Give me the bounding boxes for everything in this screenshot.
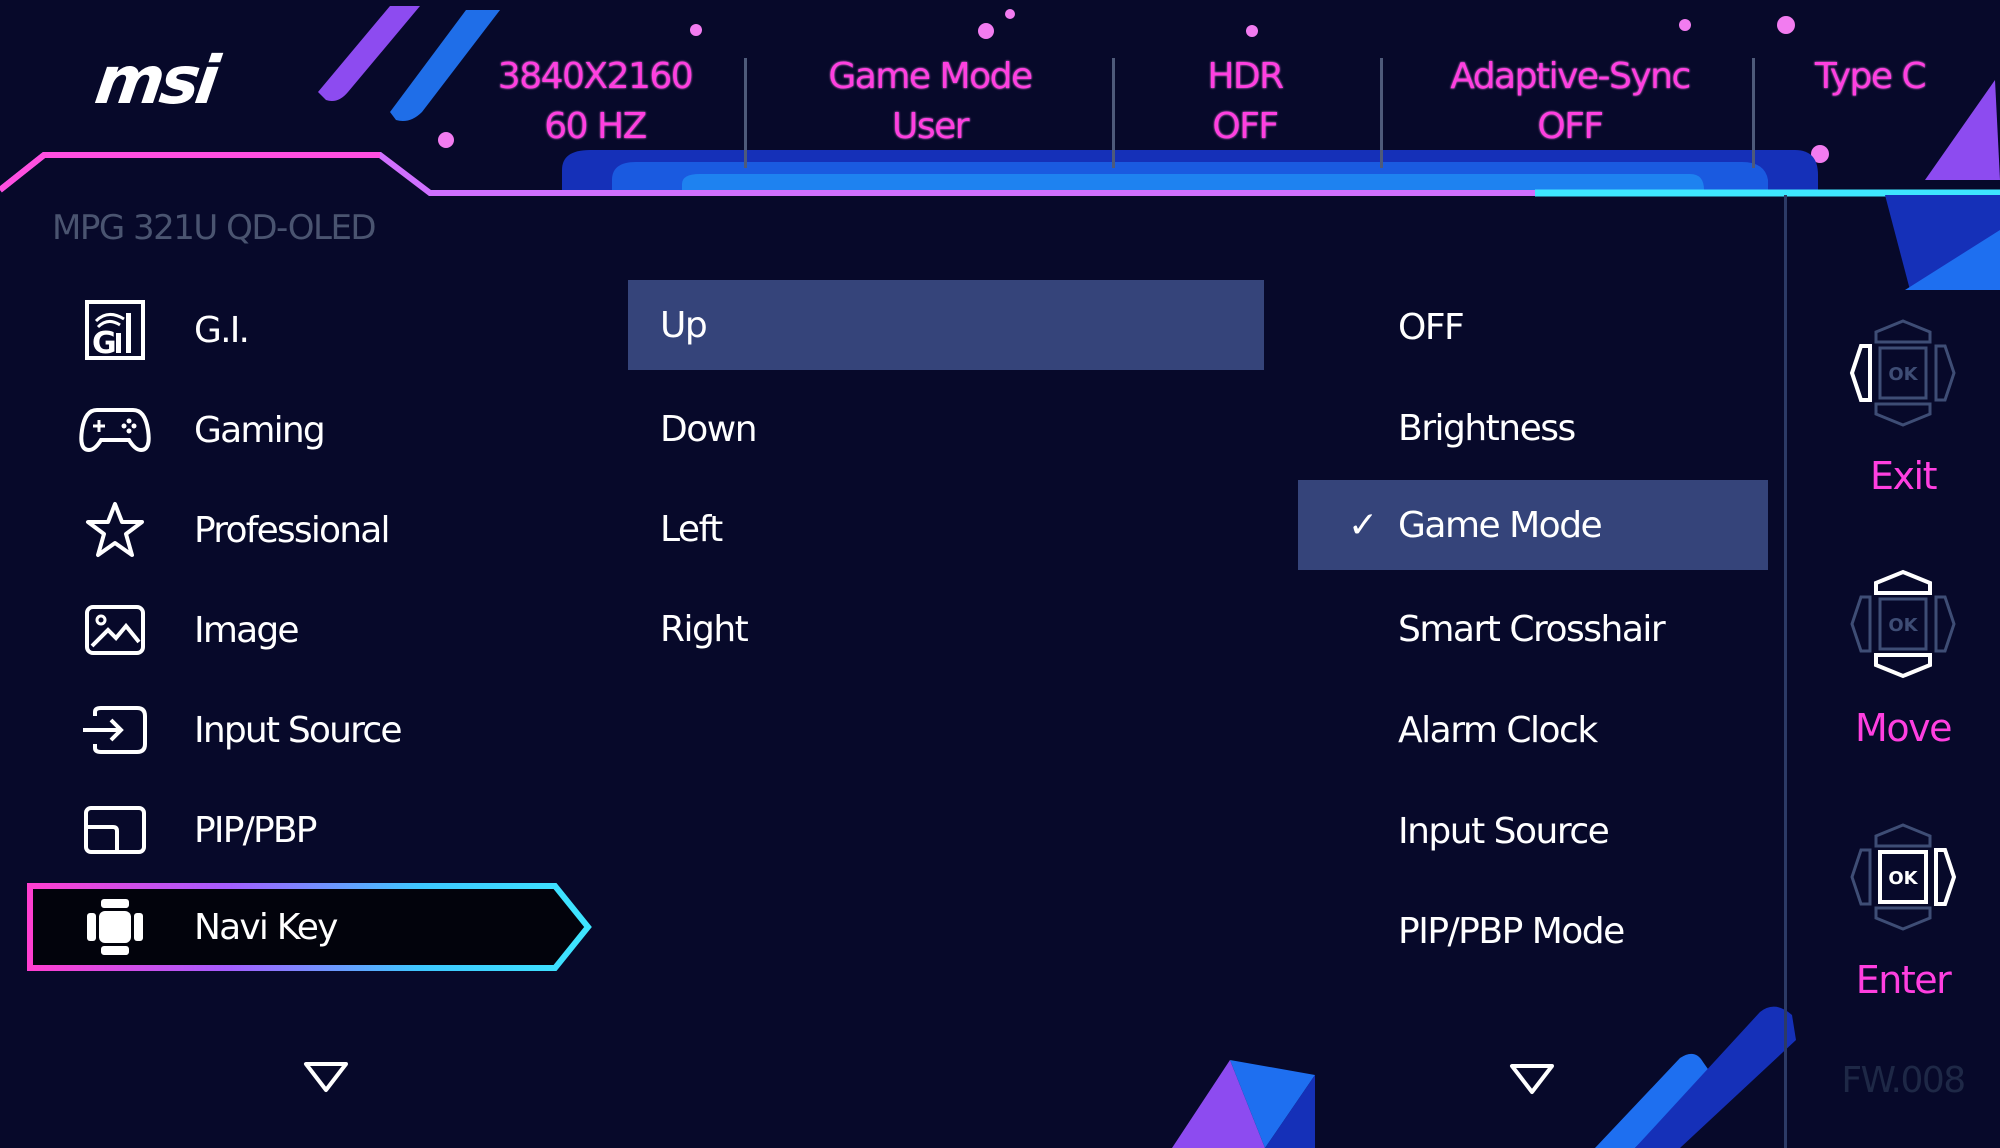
navi-key-icon [78,895,152,959]
sidebar-item-gaming[interactable]: Gaming [26,388,586,472]
status-title: Adaptive-Sync [1450,56,1691,97]
image-icon [78,598,152,662]
submenu-item-down[interactable]: Down [628,384,1264,474]
status-title: Type C [1814,56,1927,97]
sidebar-item-professional[interactable]: Professional [26,488,586,572]
sidebar-item-label: Gaming [194,409,326,451]
input-source-icon [78,698,152,762]
submenu-item-label: Up [660,304,708,346]
sidebar-item-navi-key[interactable]: Navi Key [26,885,586,969]
submenu-item-label: Right [660,608,749,650]
star-icon [78,498,152,562]
sidebar-item-gi[interactable]: G G.I. [26,288,586,372]
sidebar-item-pip-pbp[interactable]: PIP/PBP [26,788,586,872]
firmware-version: FW.008 [1841,1060,1966,1101]
svg-text:OK: OK [1888,364,1918,385]
joystick-left-icon: OK [1849,319,1956,427]
status-divider [744,58,747,168]
status-title: Game Mode [828,56,1033,97]
joystick-ok-right-icon: OK [1850,823,1957,931]
svg-text:OK: OK [1888,615,1918,636]
status-value: OFF [1212,106,1279,147]
option-item-pip-pbp-mode[interactable]: PIP/PBP Mode [1298,886,1768,976]
sidebar-item-image[interactable]: Image [26,588,586,672]
deco-bar-purple [318,6,420,101]
status-value: 60 HZ [544,106,647,147]
status-value: OFF [1537,106,1604,147]
status-value: User [891,106,970,147]
submenu-item-up[interactable]: Up [628,280,1264,370]
option-label: Game Mode [1398,504,1603,546]
pip-icon [78,798,152,862]
option-item-alarm-clock[interactable]: Alarm Clock [1298,685,1768,775]
option-item-smart-crosshair[interactable]: Smart Crosshair [1298,584,1768,674]
status-divider [1112,58,1115,168]
option-label: PIP/PBP Mode [1398,910,1625,952]
joystick-updown-icon: OK [1850,569,1956,679]
status-title: 3840X2160 [497,56,694,97]
option-item-off[interactable]: OFF [1298,282,1768,372]
option-item-input-source[interactable]: Input Source [1298,786,1768,876]
status-title: HDR [1207,56,1284,97]
status-adaptive-sync: Adaptive-Sync OFF [1410,52,1730,152]
status-resolution: 3840X2160 60 HZ [470,52,720,152]
option-label: Input Source [1398,810,1610,852]
sidebar-item-label: Navi Key [194,906,338,948]
status-divider [1380,58,1383,168]
option-label: OFF [1398,306,1465,348]
submenu-item-label: Left [660,508,723,550]
svg-text:G: G [92,326,117,361]
sidebar-item-label: Image [194,609,300,651]
submenu-item-right[interactable]: Right [628,584,1264,674]
key-guide-divider [1784,195,1787,1148]
options-scroll-down-icon[interactable] [1508,1062,1556,1096]
model-name: MPG 321U QD-OLED [52,208,377,248]
sidebar-item-input-source[interactable]: Input Source [26,688,586,772]
key-label-enter: Enter [1855,958,1952,1002]
svg-text:OK: OK [1888,868,1918,889]
sidebar-item-label: PIP/PBP [194,809,317,851]
option-item-game-mode[interactable]: ✓ Game Mode [1298,480,1768,570]
key-label-exit: Exit [1870,454,1937,498]
sidebar-item-label: G.I. [194,309,250,351]
sidebar-scroll-down-icon[interactable] [302,1060,350,1094]
submenu-item-label: Down [660,408,758,450]
msi-logo: msi [90,42,221,119]
option-label: Alarm Clock [1398,709,1598,751]
sidebar-item-label: Professional [194,509,391,551]
gamepad-icon [78,398,152,462]
status-game-mode: Game Mode User [780,52,1080,152]
check-icon: ✓ [1348,504,1378,546]
gi-icon: G [78,298,152,362]
option-label: Brightness [1398,407,1576,449]
option-label: Smart Crosshair [1398,608,1666,650]
submenu-item-left[interactable]: Left [628,484,1264,574]
status-type-c: Type C [1780,52,1960,102]
status-hdr: HDR OFF [1150,52,1340,152]
status-divider [1752,58,1755,168]
option-item-brightness[interactable]: Brightness [1298,383,1768,473]
sidebar-item-label: Input Source [194,709,403,751]
key-label-move: Move [1855,706,1952,750]
